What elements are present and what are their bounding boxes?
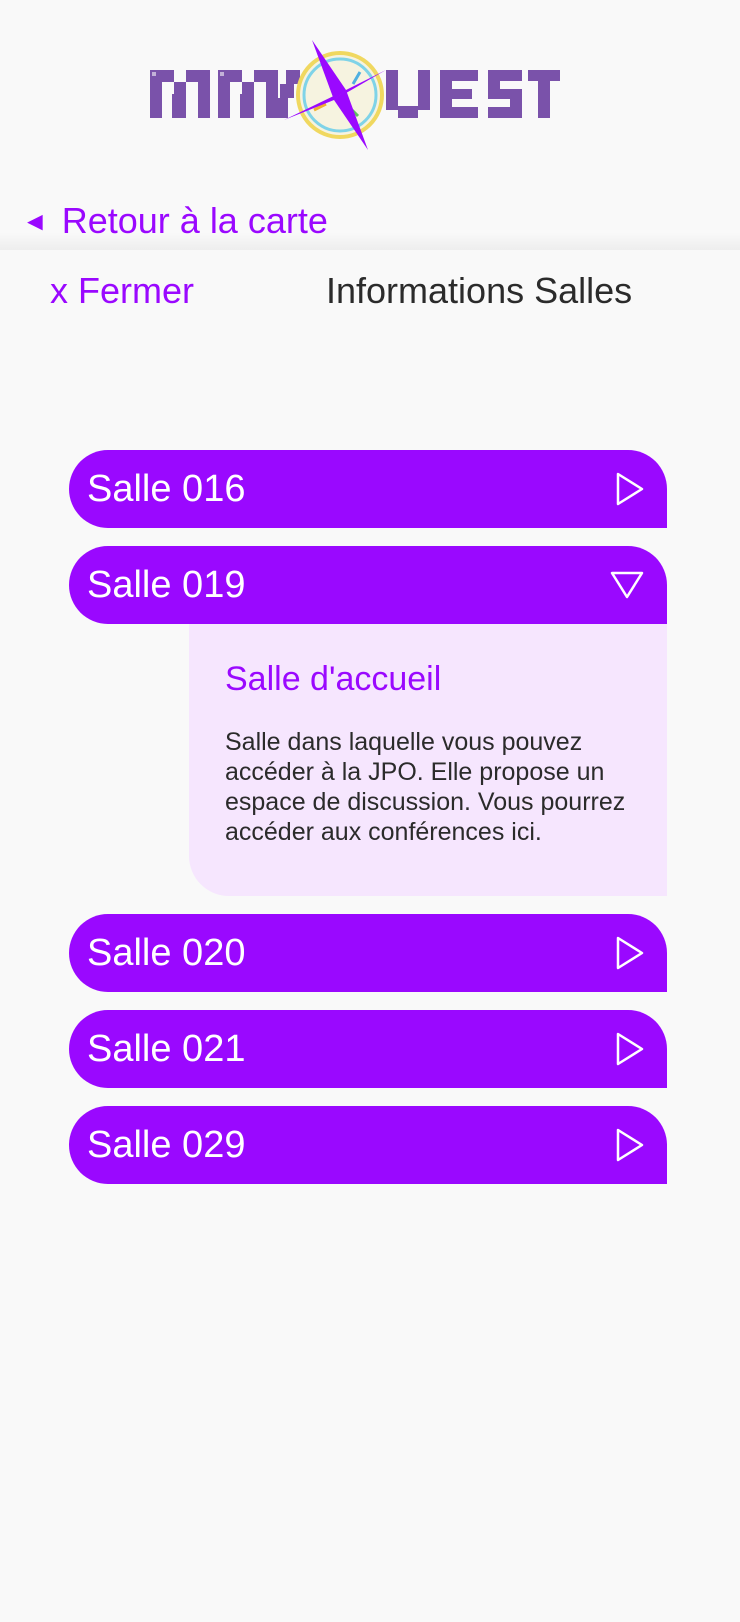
left-triangle-icon: ◄ <box>22 206 48 236</box>
close-button[interactable]: x Fermer <box>50 270 194 312</box>
room-name: Salle 020 <box>87 931 246 974</box>
room-item-016: Salle 016 <box>69 450 667 528</box>
play-right-icon <box>616 1128 644 1162</box>
room-header-016[interactable]: Salle 016 <box>69 450 667 528</box>
room-item-020: Salle 020 <box>69 914 667 992</box>
mmi-quest-logo <box>150 40 560 150</box>
room-detail-title: Salle d'accueil <box>225 660 442 698</box>
panel-shadow <box>0 232 740 252</box>
play-right-icon <box>616 936 644 970</box>
room-header-021[interactable]: Salle 021 <box>69 1010 667 1088</box>
room-item-019: Salle 019 Salle d'accueil Salle dans laq… <box>69 546 667 896</box>
room-header-029[interactable]: Salle 029 <box>69 1106 667 1184</box>
room-item-021: Salle 021 <box>69 1010 667 1088</box>
triangle-down-icon <box>610 571 644 599</box>
play-right-icon <box>616 1032 644 1066</box>
room-name: Salle 021 <box>87 1027 246 1070</box>
room-name: Salle 019 <box>87 563 246 606</box>
app-logo <box>150 40 560 155</box>
room-header-020[interactable]: Salle 020 <box>69 914 667 992</box>
rooms-accordion: Salle 016 Salle 019 Salle d'accueil Sall… <box>69 450 667 1184</box>
panel-title: Informations Salles <box>326 270 633 311</box>
room-detail-019: Salle d'accueil Salle dans laquelle vous… <box>189 624 667 896</box>
page: ◄ Retour à la carte x Fermer Information… <box>0 0 740 1622</box>
room-name: Salle 029 <box>87 1123 246 1166</box>
room-item-029: Salle 029 <box>69 1106 667 1184</box>
room-detail-text: Salle dans laquelle vous pouvez accéder … <box>225 728 626 846</box>
play-right-icon <box>616 472 644 506</box>
room-name: Salle 016 <box>87 467 246 510</box>
room-header-019[interactable]: Salle 019 <box>69 546 667 624</box>
